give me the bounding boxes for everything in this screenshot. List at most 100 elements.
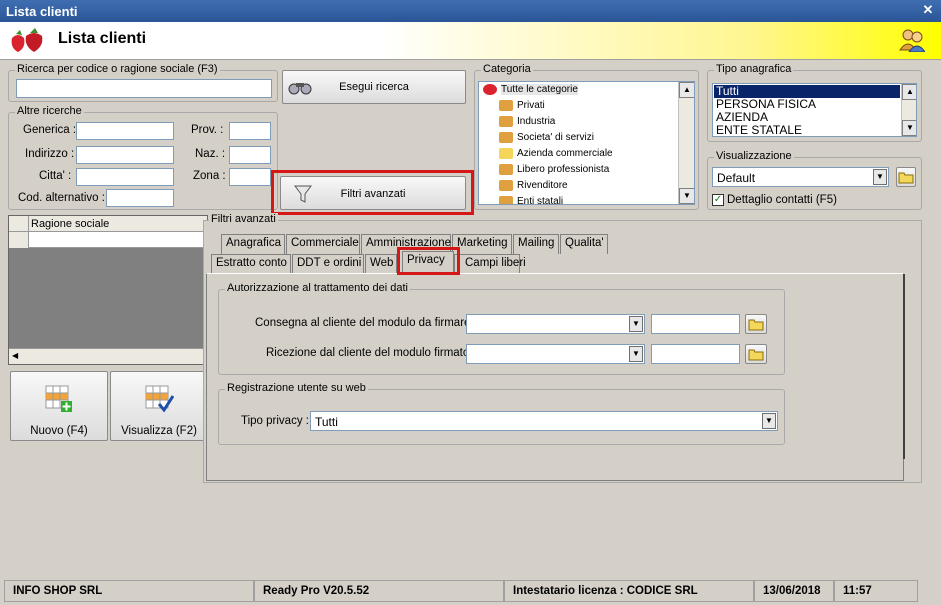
chevron-down-icon[interactable]: ▼ (629, 346, 643, 362)
tipo-anagrafica-list[interactable]: Tutti PERSONA FISICA AZIENDA ENTE STATAL… (712, 83, 917, 137)
prov-input[interactable] (229, 122, 271, 140)
advanced-filters-highlight: Filtri avanzati (271, 170, 474, 215)
scroll-down-icon[interactable]: ▼ (679, 188, 694, 204)
grid-column-header[interactable]: Ragione sociale (31, 218, 109, 230)
nuovo-button[interactable]: Nuovo (F4) (10, 371, 108, 441)
tab-ddt-ordini[interactable]: DDT e ordini (292, 254, 364, 274)
category-label: Industria (517, 116, 556, 128)
category-item[interactable]: Privati (499, 100, 545, 111)
zona-label: Zona : (193, 170, 226, 182)
ricezione-folder-button[interactable] (745, 344, 767, 364)
tab-commerciale[interactable]: Commerciale (286, 234, 360, 254)
table-row[interactable] (9, 232, 207, 248)
page-title: Lista clienti (58, 30, 147, 47)
visualizzazione-select[interactable]: Default ▼ (712, 167, 889, 187)
category-label: Societa' di servizi (517, 132, 594, 144)
view-record-icon (145, 385, 174, 413)
category-root[interactable]: Tutte le categorie (483, 84, 578, 96)
tab-campi-liberi[interactable]: Campi liberi (454, 254, 526, 274)
category-item[interactable]: Rivenditore (499, 180, 568, 191)
scroll-down-icon[interactable]: ▼ (902, 120, 916, 136)
indirizzo-label: Indirizzo : (25, 148, 75, 160)
tab-marketing[interactable]: Marketing (452, 234, 512, 254)
strawberry-icon (483, 84, 497, 95)
close-icon[interactable]: ✕ (921, 3, 935, 17)
grid-corner (9, 216, 29, 232)
dettaglio-checkbox[interactable]: ✓ (712, 194, 724, 206)
add-record-icon (45, 385, 72, 412)
folder-button[interactable] (896, 167, 916, 187)
other-search-group: Altre ricerche Generica : Indirizzo : Ci… (8, 105, 278, 210)
users-icon (499, 196, 513, 204)
grid-header: Ragione sociale (9, 216, 207, 232)
category-item[interactable]: Societa' di servizi (499, 132, 594, 143)
generica-input[interactable] (76, 122, 174, 140)
ricezione-select[interactable]: ▼ (466, 344, 645, 364)
folder-icon (748, 349, 764, 361)
consegna-date-input[interactable] (651, 314, 740, 334)
category-item[interactable]: Libero professionista (499, 164, 609, 175)
chevron-down-icon[interactable]: ▼ (762, 413, 776, 429)
users-icon (499, 164, 513, 175)
prov-label: Prov. : (191, 124, 224, 136)
visualizzazione-group: Visualizzazione Default ▼ ✓ Dettaglio co… (707, 150, 922, 210)
status-company: INFO SHOP SRL (4, 580, 254, 602)
search-input[interactable] (16, 79, 272, 98)
client-grid[interactable]: Ragione sociale ◀ (8, 215, 208, 365)
tipo-anagrafica-label: Tipo anagrafica (714, 63, 794, 75)
category-item[interactable]: Industria (499, 116, 555, 127)
categoria-tree[interactable]: Tutte le categorie Privati Industria Societ… (478, 81, 695, 205)
ricezione-date-input[interactable] (651, 344, 740, 364)
category-label: Privati (517, 100, 545, 112)
execute-search-label: Esegui ricerca (339, 81, 409, 93)
category-label: Rivenditore (517, 180, 568, 192)
tipo-scrollbar[interactable]: ▲ ▼ (901, 84, 916, 136)
tipo-privacy-label: Tipo privacy : (241, 415, 309, 427)
users-icon[interactable] (899, 28, 925, 52)
tab-estratto-conto[interactable]: Estratto conto (211, 254, 291, 274)
consegna-select[interactable]: ▼ (466, 314, 645, 334)
tipo-privacy-select[interactable]: Tutti ▼ (310, 411, 778, 431)
category-item[interactable]: Azienda commerciale (499, 148, 613, 159)
tab-anagrafica[interactable]: Anagrafica (221, 234, 285, 254)
cod-alt-input[interactable] (106, 189, 174, 207)
execute-search-button[interactable]: Esegui ricerca (282, 70, 466, 104)
consegna-folder-button[interactable] (745, 314, 767, 334)
scroll-left-icon[interactable]: ◀ (12, 351, 18, 360)
chevron-down-icon[interactable]: ▼ (873, 169, 887, 185)
window-title: Lista clienti (6, 4, 78, 19)
horizontal-scrollbar[interactable]: ◀ (9, 348, 207, 364)
advanced-filters-panel-label: Filtri avanzati (209, 213, 278, 225)
privacy-authorization-label: Autorizzazione al trattamento dei dati (225, 282, 410, 294)
generica-label: Generica : (23, 124, 77, 136)
category-label: Libero professionista (517, 164, 610, 176)
visualizzazione-label: Visualizzazione (714, 150, 794, 162)
indirizzo-input[interactable] (76, 146, 174, 164)
advanced-filters-button[interactable]: Filtri avanzati (280, 176, 466, 210)
tab-mailing[interactable]: Mailing (513, 234, 559, 254)
visualizza-button[interactable]: Visualizza (F2) (110, 371, 208, 441)
citta-label: Citta' : (39, 170, 72, 182)
privacy-tab-page: Autorizzazione al trattamento dei dati C… (206, 273, 905, 481)
category-item[interactable]: Enti statali (499, 196, 564, 205)
category-label: Enti statali (517, 196, 564, 205)
users-icon (499, 116, 513, 127)
category-label: Azienda commerciale (517, 148, 613, 160)
categoria-scrollbar[interactable]: ▲ ▼ (678, 82, 694, 204)
page-edge (903, 274, 905, 459)
status-version: Ready Pro V20.5.52 (254, 580, 504, 602)
scroll-up-icon[interactable]: ▲ (679, 82, 694, 98)
search-group-label: Ricerca per codice o ragione sociale (F3… (15, 63, 220, 75)
naz-input[interactable] (229, 146, 271, 164)
users-icon (499, 100, 513, 111)
citta-input[interactable] (76, 168, 174, 186)
window-titlebar: Lista clienti ✕ (0, 0, 941, 22)
zona-input[interactable] (229, 168, 271, 186)
chevron-down-icon[interactable]: ▼ (629, 316, 643, 332)
tab-web[interactable]: Web (365, 254, 397, 274)
scroll-up-icon[interactable]: ▲ (902, 84, 916, 100)
tab-qualita[interactable]: Qualita' (560, 234, 608, 254)
other-search-label: Altre ricerche (15, 105, 84, 117)
categoria-label: Categoria (481, 63, 533, 75)
list-item[interactable]: ENTE STATALE (716, 124, 802, 137)
